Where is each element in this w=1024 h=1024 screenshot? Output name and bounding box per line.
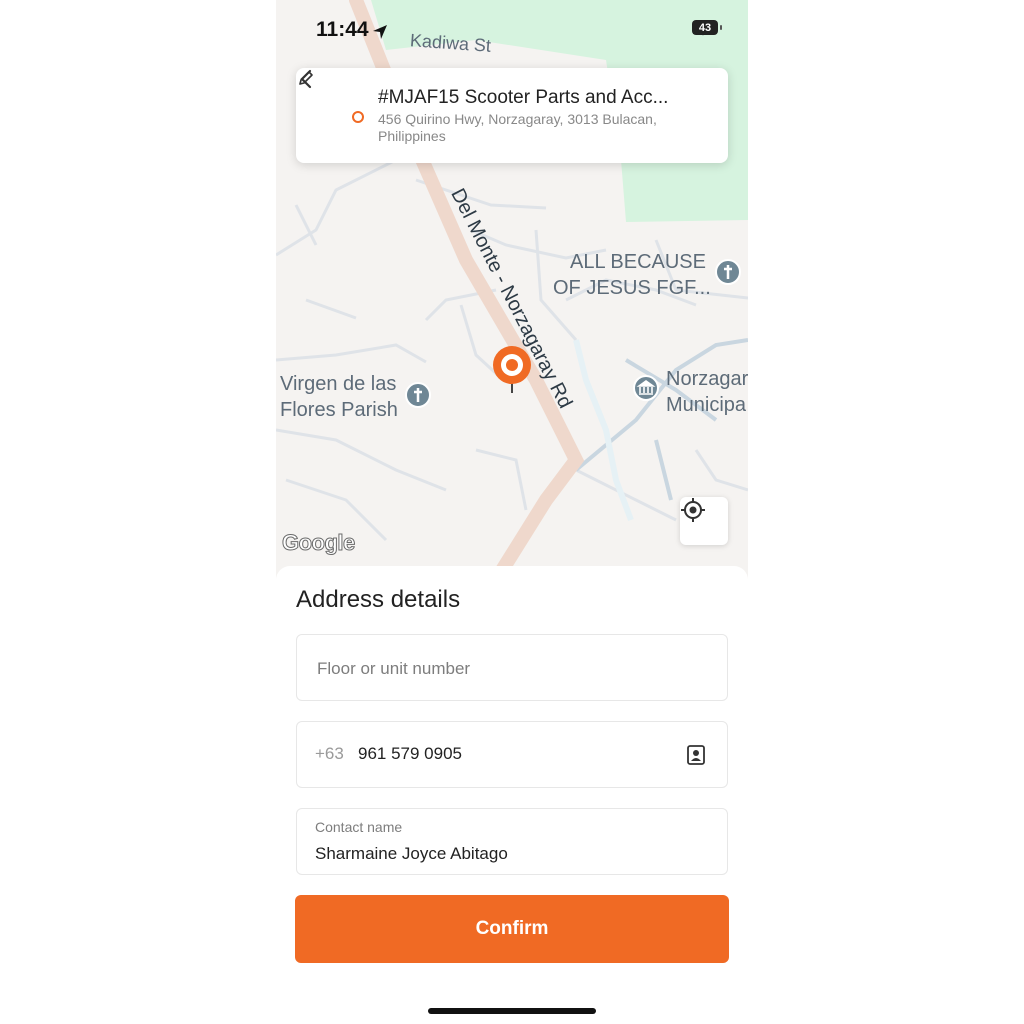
- contact-name-label: Contact name: [315, 819, 403, 835]
- confirm-button[interactable]: Confirm: [295, 895, 729, 963]
- church-label-1-line1: ALL BECAUSE: [570, 251, 706, 273]
- google-logo: Google: [282, 530, 356, 556]
- map-view[interactable]: 11:44 Kadiwa St 43 #MJAF15 Scooter Parts…: [276, 0, 748, 580]
- floor-field[interactable]: [296, 634, 728, 702]
- contact-name-value[interactable]: Sharmaine Joyce Abitago: [315, 844, 508, 864]
- origin-dot-icon: [352, 111, 364, 123]
- church-icon[interactable]: [714, 258, 742, 288]
- home-indicator[interactable]: [428, 1008, 596, 1014]
- my-location-icon: [681, 498, 705, 522]
- country-code: +63: [315, 744, 344, 763]
- location-arrow-icon: [373, 25, 387, 39]
- municipal-hall-icon[interactable]: [632, 374, 660, 404]
- address-card[interactable]: #MJAF15 Scooter Parts and Acc... 456 Qui…: [296, 68, 728, 163]
- status-time: 11:44: [316, 18, 369, 41]
- contacts-book-icon[interactable]: [685, 744, 707, 766]
- status-icons: 43: [692, 20, 722, 36]
- address-subtitle: 456 Quirino Hwy, Norzagaray, 3013 Bulaca…: [378, 111, 657, 144]
- sheet-title: Address details: [296, 586, 461, 613]
- church-icon[interactable]: [404, 381, 432, 411]
- edit-pencil-icon[interactable]: [296, 68, 316, 88]
- municipal-label-line2: Municipa: [666, 394, 747, 416]
- phone-screen: 11:44 Kadiwa St 43 #MJAF15 Scooter Parts…: [276, 0, 748, 1024]
- address-title: #MJAF15 Scooter Parts and Acc...: [378, 87, 669, 108]
- address-details-sheet: Address details +63 961 579 0905 Contact…: [276, 566, 748, 1024]
- church-label-1-line2: OF JESUS FGF...: [553, 277, 711, 299]
- municipal-label-line1: Norzagar: [666, 368, 748, 390]
- location-pin-icon[interactable]: [490, 343, 534, 397]
- church-label-2-line1: Virgen de las: [280, 373, 397, 395]
- contact-name-field[interactable]: Contact name Sharmaine Joyce Abitago: [296, 808, 728, 875]
- street-label-kadiwa: Kadiwa St: [409, 30, 492, 56]
- church-label-2-line2: Flores Parish: [280, 399, 398, 421]
- my-location-button[interactable]: [680, 497, 728, 545]
- battery-icon: 43: [692, 20, 722, 35]
- floor-input[interactable]: [315, 635, 699, 702]
- phone-number[interactable]: 961 579 0905: [358, 744, 462, 764]
- phone-field[interactable]: +63 961 579 0905: [296, 721, 728, 788]
